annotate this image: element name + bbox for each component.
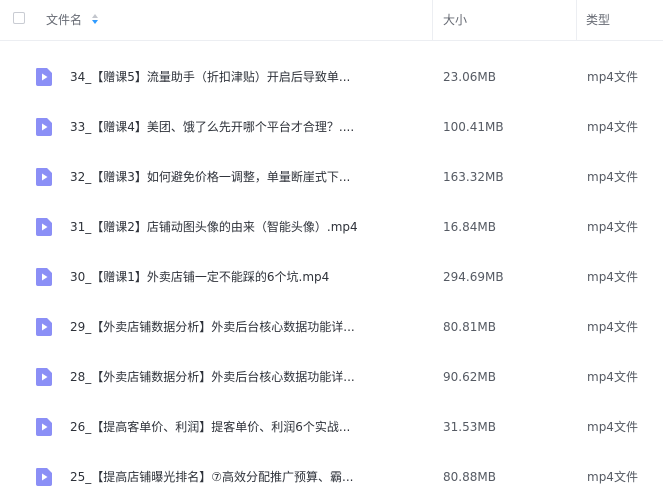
video-file-icon	[36, 268, 52, 286]
file-name[interactable]: 25_【提高店铺曝光排名】⑦高效分配推广预算、霸...	[70, 469, 360, 485]
file-size: 163.32MB	[443, 170, 504, 184]
file-type: mp4文件	[587, 120, 638, 134]
file-name[interactable]: 26_【提高客单价、利润】提客单价、利润6个实战...	[70, 419, 360, 435]
column-header-name[interactable]: 文件名	[46, 11, 82, 28]
file-name[interactable]: 29_【外卖店铺数据分析】外卖后台核心数据功能详...	[70, 319, 360, 335]
file-type: mp4文件	[587, 470, 638, 484]
file-row[interactable]: 33_【赠课4】美团、饿了么先开哪个平台才合理？.... 100.41MB mp…	[0, 102, 663, 152]
list-header: 文件名 大小 类型	[0, 0, 663, 41]
file-row[interactable]: 30_【赠课1】外卖店铺一定不能踩的6个坑.mp4 294.69MB mp4文件	[0, 252, 663, 302]
file-row[interactable]: 34_【赠课5】流量助手（折扣津贴）开启后导致单... 23.06MB mp4文…	[0, 52, 663, 102]
file-row[interactable]: 28_【外卖店铺数据分析】外卖后台核心数据功能详... 90.62MB mp4文…	[0, 352, 663, 402]
file-type: mp4文件	[587, 420, 638, 434]
column-header-type[interactable]: 类型	[586, 11, 610, 28]
column-divider[interactable]	[576, 0, 577, 40]
file-name[interactable]: 32_【赠课3】如何避免价格一调整，单量断崖式下...	[70, 169, 360, 185]
file-type: mp4文件	[587, 370, 638, 384]
file-name[interactable]: 33_【赠课4】美团、饿了么先开哪个平台才合理？....	[70, 119, 360, 135]
file-size: 23.06MB	[443, 70, 496, 84]
column-divider[interactable]	[432, 0, 433, 40]
sort-up-arrow	[92, 14, 98, 18]
file-size: 90.62MB	[443, 370, 496, 384]
file-row[interactable]: 29_【外卖店铺数据分析】外卖后台核心数据功能详... 80.81MB mp4文…	[0, 302, 663, 352]
file-rows: 34_【赠课5】流量助手（折扣津贴）开启后导致单... 23.06MB mp4文…	[0, 52, 663, 502]
file-row[interactable]: 31_【赠课2】店铺动图头像的由来（智能头像）.mp4 16.84MB mp4文…	[0, 202, 663, 252]
file-name[interactable]: 31_【赠课2】店铺动图头像的由来（智能头像）.mp4	[70, 219, 360, 235]
column-header-size[interactable]: 大小	[443, 11, 467, 28]
file-size: 31.53MB	[443, 420, 496, 434]
file-row[interactable]: 26_【提高客单价、利润】提客单价、利润6个实战... 31.53MB mp4文…	[0, 402, 663, 452]
file-name[interactable]: 28_【外卖店铺数据分析】外卖后台核心数据功能详...	[70, 369, 360, 385]
file-name[interactable]: 30_【赠课1】外卖店铺一定不能踩的6个坑.mp4	[70, 269, 360, 285]
video-file-icon	[36, 218, 52, 236]
file-size: 16.84MB	[443, 220, 496, 234]
sort-icon[interactable]	[91, 12, 99, 26]
select-all-checkbox[interactable]	[13, 12, 25, 24]
video-file-icon	[36, 318, 52, 336]
file-type: mp4文件	[587, 320, 638, 334]
sort-down-arrow	[92, 20, 98, 24]
file-row[interactable]: 25_【提高店铺曝光排名】⑦高效分配推广预算、霸... 80.88MB mp4文…	[0, 452, 663, 502]
file-size: 80.81MB	[443, 320, 496, 334]
video-file-icon	[36, 368, 52, 386]
file-size: 80.88MB	[443, 470, 496, 484]
file-size: 100.41MB	[443, 120, 504, 134]
file-size: 294.69MB	[443, 270, 504, 284]
video-file-icon	[36, 418, 52, 436]
file-list: 文件名 大小 类型 34_【赠课5】流量助手（折扣津贴）开启后导致单... 23…	[0, 0, 663, 503]
file-type: mp4文件	[587, 170, 638, 184]
file-row[interactable]: 32_【赠课3】如何避免价格一调整，单量断崖式下... 163.32MB mp4…	[0, 152, 663, 202]
video-file-icon	[36, 68, 52, 86]
video-file-icon	[36, 118, 52, 136]
video-file-icon	[36, 168, 52, 186]
file-type: mp4文件	[587, 220, 638, 234]
file-type: mp4文件	[587, 70, 638, 84]
video-file-icon	[36, 468, 52, 486]
file-name[interactable]: 34_【赠课5】流量助手（折扣津贴）开启后导致单...	[70, 69, 360, 85]
file-type: mp4文件	[587, 270, 638, 284]
